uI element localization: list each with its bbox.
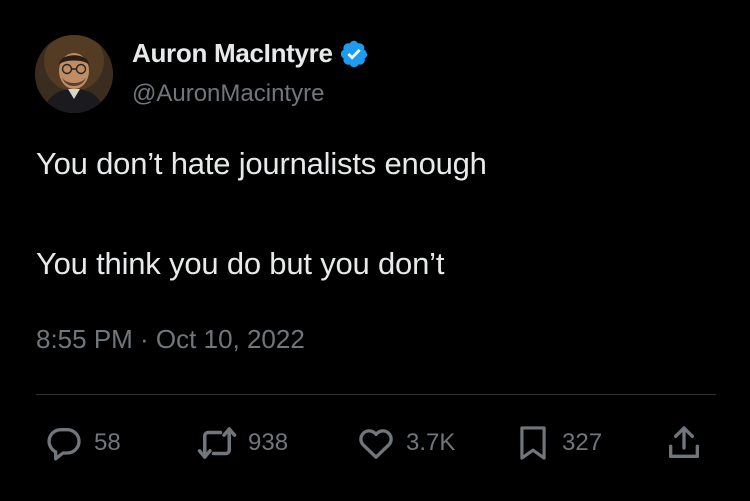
like-count: 3.7K <box>406 429 456 456</box>
author-name-row: Auron MacIntyre <box>132 38 369 69</box>
reply-count: 58 <box>94 429 121 456</box>
divider <box>36 394 716 395</box>
bookmark-count: 327 <box>562 429 603 456</box>
retweet-button[interactable]: 938 <box>196 420 288 466</box>
author-handle[interactable]: @AuronMacintyre <box>132 80 324 108</box>
tweet-text-line: You think you do but you don’t <box>36 246 445 281</box>
tweet-card: Auron MacIntyre @AuronMacintyre You don’… <box>0 0 750 501</box>
like-button[interactable]: 3.7K <box>356 420 455 466</box>
tweet-timestamp[interactable]: 8:55 PM · Oct 10, 2022 <box>36 324 305 355</box>
reply-button[interactable]: 58 <box>44 420 121 466</box>
bookmark-icon <box>520 426 546 460</box>
avatar-image <box>35 35 113 113</box>
action-bar: 58 938 3.7K 327 <box>0 420 750 466</box>
display-name[interactable]: Auron MacIntyre <box>132 38 333 69</box>
heart-icon <box>359 429 393 459</box>
reply-icon <box>47 428 81 461</box>
retweet-count: 938 <box>248 429 289 456</box>
verified-badge-icon <box>340 40 368 67</box>
avatar[interactable] <box>35 35 113 113</box>
tweet-text-line: You don’t hate journalists enough <box>36 146 487 181</box>
share-button[interactable] <box>664 420 704 466</box>
bookmark-button[interactable]: 327 <box>514 420 602 466</box>
share-icon <box>669 426 699 458</box>
retweet-icon <box>197 427 237 459</box>
